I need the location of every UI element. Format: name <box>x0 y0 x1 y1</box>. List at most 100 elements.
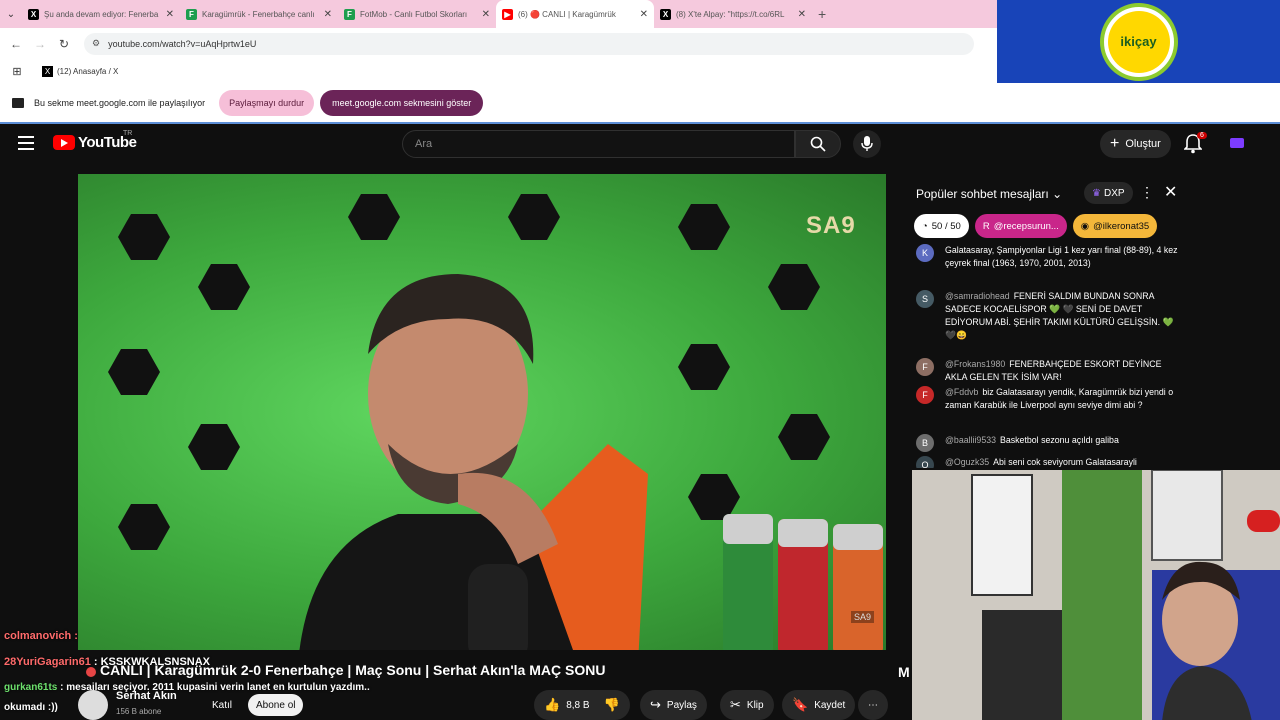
like-dislike-group: 👍 8,8 B 👎 <box>534 690 630 720</box>
tab-close-icon[interactable]: ✕ <box>640 9 648 20</box>
message-author[interactable]: @Fddvb <box>945 387 978 397</box>
search-input[interactable]: Ara <box>402 130 795 158</box>
country-code: TR <box>123 130 133 137</box>
bookmark-item[interactable]: (12) Anasayfa / X <box>57 67 118 76</box>
poll-chip[interactable]: ◔ 50 / 50 <box>914 214 969 238</box>
browser-tab-3[interactable]: F FotMob - Canlı Futbol Skorları ✕ <box>338 0 496 28</box>
overlay-text: : mesajları seçiyor. 2011 kupasini verin… <box>60 682 370 693</box>
site-settings-icon[interactable]: ⚙ <box>92 38 100 49</box>
user-chip[interactable]: ◉ @ilkeronat35 <box>1072 214 1158 238</box>
webcam-scene <box>912 470 1280 720</box>
share-button[interactable]: ↪ Paylaş <box>640 690 707 720</box>
tab-title: (6) 🔴 CANLI | Karagümrük <box>518 9 616 19</box>
chevron-down-icon: ⌄ <box>1052 187 1063 201</box>
dislike-icon[interactable]: 👎 <box>604 697 620 713</box>
chat-message: B @baallii9533 Basketbol sezonu açıldı ga… <box>916 434 1178 452</box>
chat-message: K Galatasaray, Şampiyonlar Ligi 1 kez ya… <box>916 244 1178 270</box>
close-icon[interactable]: ✕ <box>1164 182 1177 202</box>
message-text: Abi seni cok seviyorum Galatasarayli <box>993 457 1137 467</box>
tab-title: Şu anda devam ediyor: Fenerba <box>44 9 159 19</box>
sponsor-logo-text: ikiçay <box>1107 10 1170 73</box>
hex-tile <box>508 194 560 240</box>
message-author[interactable]: @Oguzk35 <box>945 457 989 467</box>
url-field[interactable]: ⚙ youtube.com/watch?v=uAqHprtw1eU <box>84 32 974 55</box>
crown-icon: ♛ <box>1092 187 1101 199</box>
avatar: F <box>916 386 934 404</box>
url-text: youtube.com/watch?v=uAqHprtw1eU <box>108 38 257 49</box>
share-icon: ↪ <box>650 697 661 712</box>
scissors-icon: ✂ <box>730 697 741 712</box>
dxp-button[interactable]: ♛ DXP <box>1084 182 1133 204</box>
chat-messages: K Galatasaray, Şampiyonlar Ligi 1 kez ya… <box>900 244 1196 468</box>
progress-icon: ◔ <box>922 220 928 232</box>
like-count[interactable]: 8,8 B <box>566 700 589 711</box>
address-bar-row: ← → ↻ ⚙ youtube.com/watch?v=uAqHprtw1eU <box>0 28 997 59</box>
voice-search-button[interactable] <box>853 130 881 158</box>
subscribe-button[interactable]: Abone ol <box>248 694 304 716</box>
browser-tab-1[interactable]: X Şu anda devam ediyor: Fenerba ✕ <box>22 0 180 28</box>
browser-tab-4-active[interactable]: ▶ (6) 🔴 CANLI | Karagümrük ✕ <box>496 0 654 28</box>
stop-sharing-button[interactable]: Paylaşmayı durdur <box>219 89 315 116</box>
tab-close-icon[interactable]: ✕ <box>482 9 490 20</box>
reload-icon[interactable]: ↻ <box>52 37 76 51</box>
x-icon: X <box>42 65 53 77</box>
hex-tile <box>118 504 170 550</box>
like-icon[interactable]: 👍 <box>544 697 560 713</box>
message-text: biz Galatasarayı yendik, Karagümrük bizi… <box>945 387 1174 410</box>
channel-name[interactable]: Serhat Akın <box>116 690 177 702</box>
tab-title: (8) X'te Alpay: "https://t.co/6RL <box>676 9 785 19</box>
overlay-chat-line-4: okumadı :)) <box>4 702 58 713</box>
new-tab-plus-icon[interactable]: + <box>818 6 826 22</box>
tab-close-icon[interactable]: ✕ <box>798 9 806 20</box>
channel-avatar[interactable] <box>78 690 108 720</box>
youtube-page: YouTube TR Ara + Oluştur 6 SA9 SA9 colma… <box>0 122 1280 720</box>
message-author[interactable]: @Frokans1980 <box>945 359 1005 369</box>
x-icon: X <box>660 8 671 20</box>
menu-icon[interactable] <box>18 136 34 154</box>
chat-title: Popüler sohbet mesajları <box>916 187 1049 201</box>
chat-message: F @Fddvb biz Galatasarayı yendik, Karagüm… <box>916 386 1178 412</box>
tab-close-icon[interactable]: ✕ <box>166 9 174 20</box>
create-button[interactable]: + Oluştur <box>1100 130 1171 158</box>
browser-tab-5[interactable]: X (8) X'te Alpay: "https://t.co/6RL ✕ <box>654 0 812 28</box>
overlay-user: 28YuriGagarin61 <box>4 656 91 668</box>
hex-tile <box>108 349 160 395</box>
sponsor-logo: ikiçay <box>1099 2 1178 81</box>
join-button[interactable]: Katıl <box>202 694 242 716</box>
search-button[interactable] <box>795 130 841 158</box>
chip-label: @recepsurun... <box>993 220 1059 232</box>
sponsor-banner: ikiçay <box>997 0 1280 83</box>
video-player[interactable]: SA9 SA9 <box>78 174 886 650</box>
chip-label: @ilkeronat35 <box>1093 220 1150 232</box>
clip-button[interactable]: ✂ Klip <box>720 690 774 720</box>
search-placeholder: Ara <box>415 138 433 150</box>
hex-tile <box>778 414 830 460</box>
chat-more-icon[interactable]: ⋮ <box>1140 184 1154 201</box>
user-chip[interactable]: R @recepsurun... <box>974 214 1067 238</box>
tab-close-icon[interactable]: ✕ <box>324 9 332 20</box>
streamer-figure <box>299 274 648 650</box>
apps-grid-icon[interactable]: ⊞ <box>0 65 34 78</box>
browser-tab-2[interactable]: F Karagümrük - Fenerbahçe canlı ✕ <box>180 0 338 28</box>
forward-arrow-icon[interactable]: → <box>28 37 52 51</box>
tab-search-chevron-icon[interactable]: ⌄ <box>0 0 22 28</box>
notification-count-badge: 6 <box>1197 132 1207 139</box>
message-author[interactable]: @baallii9533 <box>945 435 996 445</box>
avatar: S <box>916 290 934 308</box>
message-text: Basketbol sezonu açıldı galiba <box>1000 435 1119 445</box>
x-icon: X <box>28 8 39 20</box>
more-actions-button[interactable]: ⋯ <box>858 690 888 720</box>
hex-tile <box>768 264 820 310</box>
browser-tab-strip: ⌄ X Şu anda devam ediyor: Fenerba ✕ F Ka… <box>0 0 997 28</box>
back-arrow-icon[interactable]: ← <box>4 37 28 51</box>
hex-tile <box>198 264 250 310</box>
show-meet-tab-button[interactable]: meet.google.com sekmesini göster <box>320 89 484 116</box>
chat-mode-dropdown[interactable]: Popüler sohbet mesajları ⌄ <box>916 187 1062 201</box>
message-author[interactable]: @samradiohead <box>945 291 1010 301</box>
chip-label: 50 / 50 <box>931 220 961 232</box>
account-avatar[interactable] <box>1230 138 1244 148</box>
chat-message: O @Oguzk35 Abi seni cok seviyorum Galatas… <box>916 456 1178 468</box>
save-button[interactable]: 🔖 Kaydet <box>782 690 856 720</box>
youtube-header: YouTube TR Ara + Oluştur 6 <box>0 124 1280 164</box>
avatar: K <box>916 244 934 262</box>
